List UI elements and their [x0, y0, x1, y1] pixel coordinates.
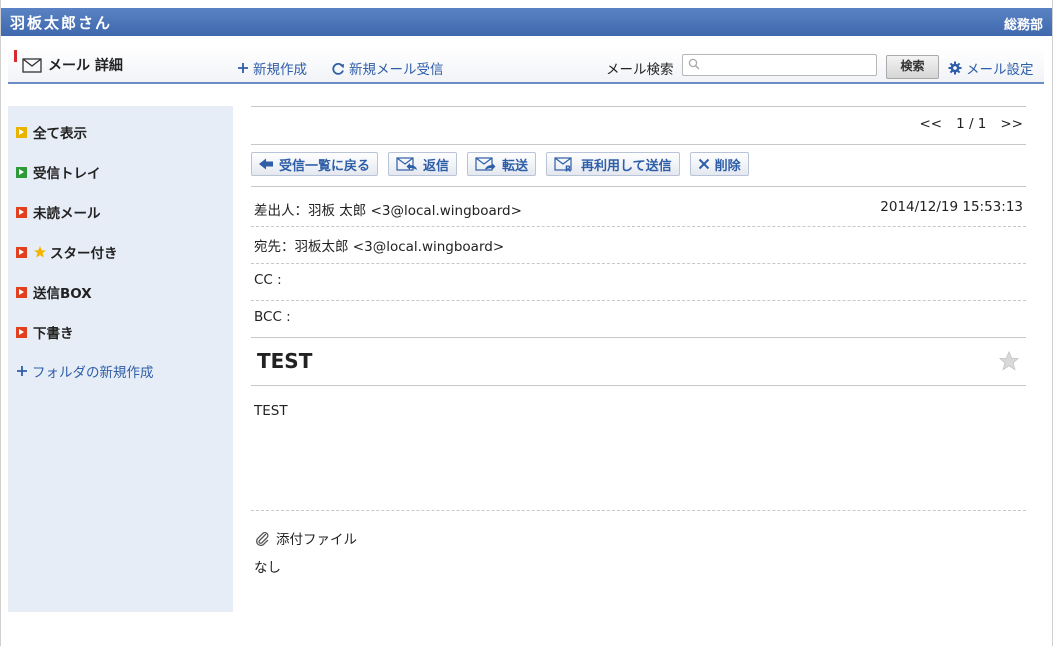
divider — [251, 337, 1026, 338]
reply-icon — [396, 156, 418, 171]
arrow-right-icon — [16, 126, 27, 138]
section-marker — [14, 50, 17, 62]
paperclip-icon — [256, 531, 269, 546]
search-label: メール検索 — [606, 62, 674, 78]
reuse-and-send-button[interactable]: R 再利用して送信 — [546, 152, 680, 176]
reply-button[interactable]: 返信 — [388, 152, 458, 176]
mail-date: 2014/12/19 15:53:13 — [880, 199, 1023, 215]
arrow-right-icon — [16, 246, 27, 258]
pager-next-link[interactable]: >> — [1000, 116, 1023, 132]
plus-icon — [17, 366, 27, 376]
forward-button[interactable]: 転送 — [467, 152, 537, 176]
delete-label: 削除 — [714, 158, 741, 174]
back-to-inbox-button[interactable]: 受信一覧に戻る — [251, 152, 379, 176]
folder-sidebar: 全て表示 受信トレイ 未読メール スター付き 送信BOX 下書き フォルダの新規… — [8, 106, 233, 612]
star-icon — [34, 246, 46, 258]
sidebar-item-label: 受信トレイ — [33, 166, 101, 182]
divider — [251, 510, 1026, 511]
mail-from: 差出人：羽板 太郎 <3@local.wingboard> — [254, 203, 522, 219]
divider — [251, 186, 1026, 187]
attachments-value: なし — [254, 560, 281, 576]
receive-mail-link[interactable]: 新規メール受信 — [332, 58, 444, 78]
attachments-header: 添付ファイル — [254, 528, 357, 548]
plus-icon — [238, 63, 248, 73]
sidebar-item-unread[interactable]: 未読メール — [16, 202, 101, 222]
sidebar-item-label: 送信BOX — [33, 286, 92, 302]
sidebar-item-label: スター付き — [50, 246, 118, 262]
reply-label: 返信 — [423, 158, 450, 174]
divider — [251, 263, 1026, 264]
mail-cc: CC : — [254, 272, 282, 288]
receive-mail-label: 新規メール受信 — [349, 62, 444, 78]
star-toggle-icon[interactable] — [998, 350, 1020, 372]
new-folder-link[interactable]: フォルダの新規作成 — [16, 361, 154, 381]
mail-action-bar: 受信一覧に戻る 返信 転送 R 再利用して送信 削除 — [251, 152, 749, 176]
mail-subject: TEST — [257, 349, 313, 373]
arrow-right-icon — [16, 166, 27, 178]
user-name: 羽板太郎さん — [10, 14, 113, 32]
sidebar-item-drafts[interactable]: 下書き — [16, 322, 74, 342]
attachments-label: 添付ファイル — [276, 532, 357, 548]
mail-header-toolbar: メール 詳細 新規作成 新規メール受信 メール検索 検索 メール設定 — [8, 48, 1044, 84]
mail-bcc: BCC : — [254, 309, 291, 325]
sidebar-item-sent[interactable]: 送信BOX — [16, 282, 92, 302]
mail-settings-link[interactable]: メール設定 — [948, 58, 1034, 78]
pager-prev-link[interactable]: << — [919, 116, 942, 132]
mail-to: 宛先：羽板太郎 <3@local.wingboard> — [254, 239, 505, 255]
sidebar-item-label: 下書き — [33, 326, 74, 342]
user-bar: 羽板太郎さん 総務部 — [1, 8, 1052, 36]
search-icon — [688, 58, 700, 70]
arrow-right-icon — [16, 206, 27, 218]
svg-text:R: R — [565, 164, 571, 172]
divider — [251, 144, 1026, 145]
reuse-and-send-label: 再利用して送信 — [581, 158, 672, 174]
reuse-mail-icon: R — [554, 156, 572, 172]
mail-detail-panel: << 1 / 1 >> 受信一覧に戻る 返信 転送 R 再利用して送信 削除 差… — [251, 106, 1026, 626]
department-name: 総務部 — [1003, 18, 1043, 33]
pager-current: 1 / 1 — [956, 116, 987, 132]
sidebar-item-label: 未読メール — [33, 206, 101, 222]
sidebar-item-label: 全て表示 — [33, 126, 87, 142]
search-input[interactable] — [682, 54, 877, 76]
search-button[interactable]: 検索 — [886, 55, 939, 79]
divider — [251, 385, 1026, 386]
sidebar-item-all[interactable]: 全て表示 — [16, 122, 87, 142]
divider — [251, 106, 1026, 107]
sidebar-item-starred[interactable]: スター付き — [16, 242, 118, 262]
new-mail-label: 新規作成 — [253, 62, 307, 78]
arrow-left-icon — [259, 158, 273, 170]
close-icon — [698, 158, 709, 170]
sidebar-item-inbox[interactable]: 受信トレイ — [16, 162, 101, 182]
mail-body: TEST — [254, 403, 288, 419]
mail-settings-label: メール設定 — [966, 62, 1034, 78]
delete-button[interactable]: 削除 — [689, 152, 749, 176]
divider — [251, 226, 1026, 227]
forward-icon — [475, 156, 496, 171]
new-folder-label: フォルダの新規作成 — [32, 365, 154, 381]
page-title: メール 詳細 — [22, 55, 123, 75]
envelope-icon — [22, 57, 42, 73]
divider — [251, 300, 1026, 301]
gear-icon — [948, 61, 962, 75]
window-border-left — [0, 0, 1, 646]
back-to-inbox-label: 受信一覧に戻る — [279, 158, 371, 174]
page-title-text: メール 詳細 — [48, 58, 123, 74]
refresh-icon — [332, 62, 344, 75]
arrow-right-icon — [16, 326, 27, 338]
new-mail-link[interactable]: 新規作成 — [237, 58, 307, 78]
pager: << 1 / 1 >> — [919, 116, 1023, 132]
forward-label: 転送 — [502, 158, 529, 174]
arrow-right-icon — [16, 286, 27, 298]
